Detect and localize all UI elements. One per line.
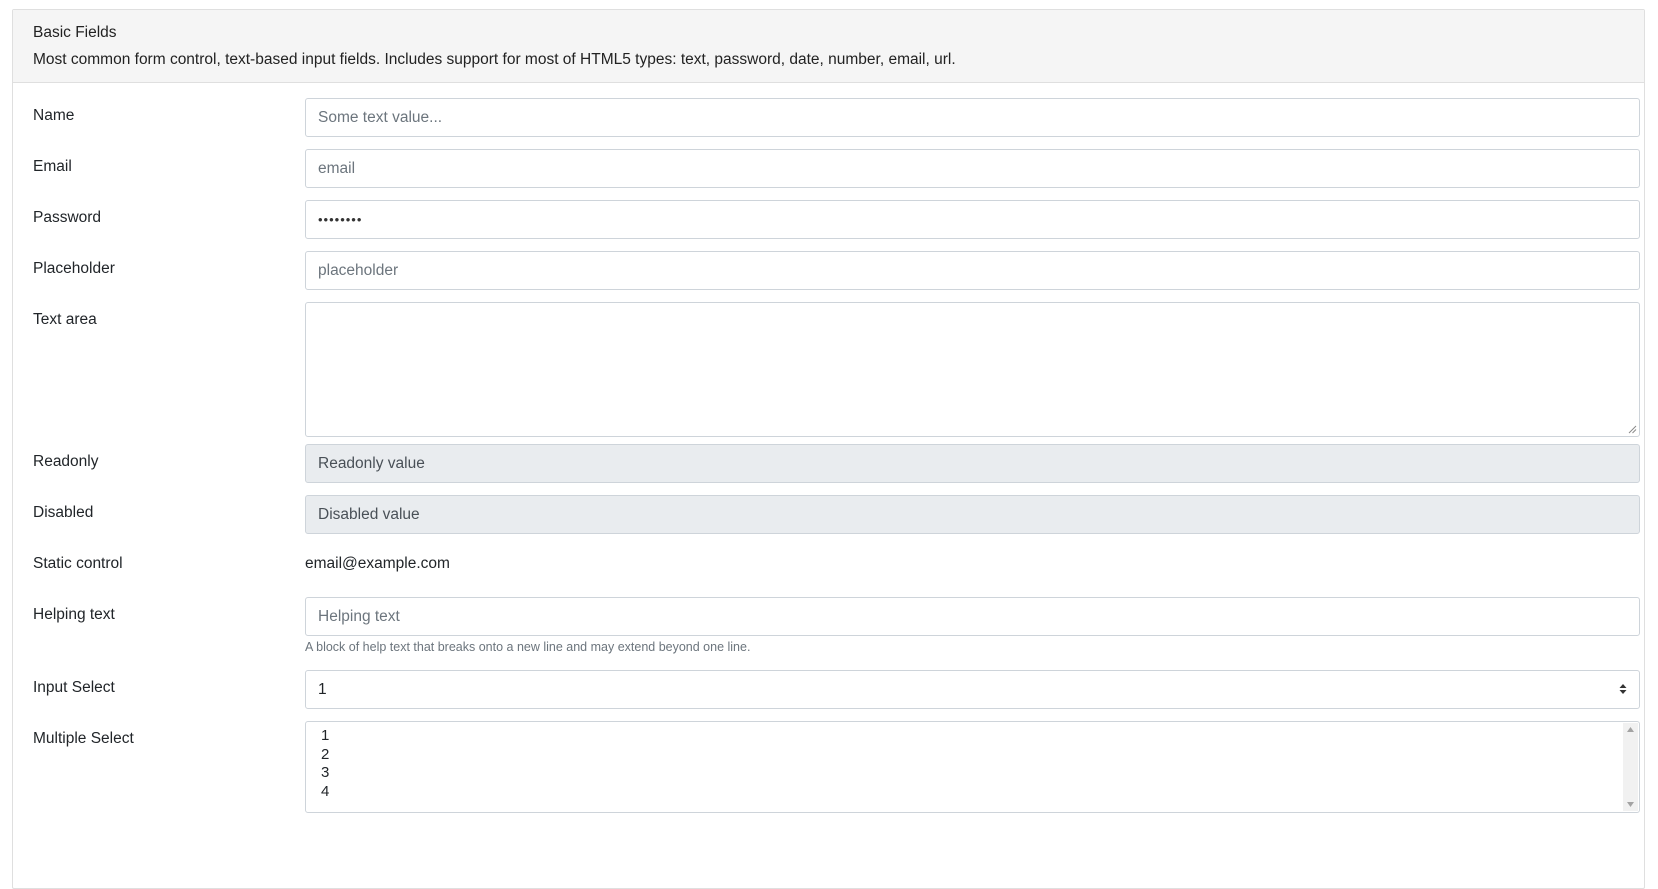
password-input[interactable]: •••••••• <box>305 200 1640 239</box>
email-input[interactable]: email <box>305 149 1640 188</box>
textarea-label: Text area <box>33 311 97 328</box>
name-input[interactable]: Some text value... <box>305 98 1640 137</box>
disabled-input: Disabled value <box>305 495 1640 534</box>
placeholder-input[interactable]: placeholder <box>305 251 1640 290</box>
disabled-label: Disabled <box>33 504 94 521</box>
password-label: Password <box>33 209 102 226</box>
basic-fields-card: Basic Fields Most common form control, t… <box>12 9 1645 889</box>
text-area[interactable] <box>305 302 1640 437</box>
resize-grip-icon[interactable] <box>1628 425 1637 434</box>
help-text: A block of help text that breaks onto a … <box>305 640 751 654</box>
select-value: 1 <box>318 681 327 698</box>
select-arrows-icon <box>1619 684 1627 694</box>
card-title: Basic Fields <box>33 24 117 41</box>
scroll-up-icon[interactable] <box>1626 726 1635 733</box>
multi-option[interactable]: 4 <box>321 782 329 802</box>
select-label: Input Select <box>33 679 115 696</box>
multiple-select[interactable]: 1 2 3 4 <box>305 721 1640 813</box>
static-value: email@example.com <box>305 555 450 572</box>
readonly-label: Readonly <box>33 453 99 470</box>
static-label: Static control <box>33 555 123 572</box>
card-description: Most common form control, text-based inp… <box>33 51 956 68</box>
multi-option[interactable]: 3 <box>321 763 329 783</box>
card-header: Basic Fields Most common form control, t… <box>13 10 1644 83</box>
multi-option[interactable]: 2 <box>321 745 329 765</box>
email-label: Email <box>33 158 72 175</box>
multi-label: Multiple Select <box>33 730 134 747</box>
input-select[interactable]: 1 <box>305 670 1640 709</box>
readonly-input[interactable]: Readonly value <box>305 444 1640 483</box>
name-label: Name <box>33 107 75 124</box>
helping-label: Helping text <box>33 606 115 623</box>
scroll-down-icon[interactable] <box>1626 801 1635 808</box>
placeholder-label: Placeholder <box>33 260 115 277</box>
helping-input[interactable]: Helping text <box>305 597 1640 636</box>
multi-scrollbar[interactable] <box>1623 723 1638 811</box>
multi-option[interactable]: 1 <box>321 726 329 746</box>
